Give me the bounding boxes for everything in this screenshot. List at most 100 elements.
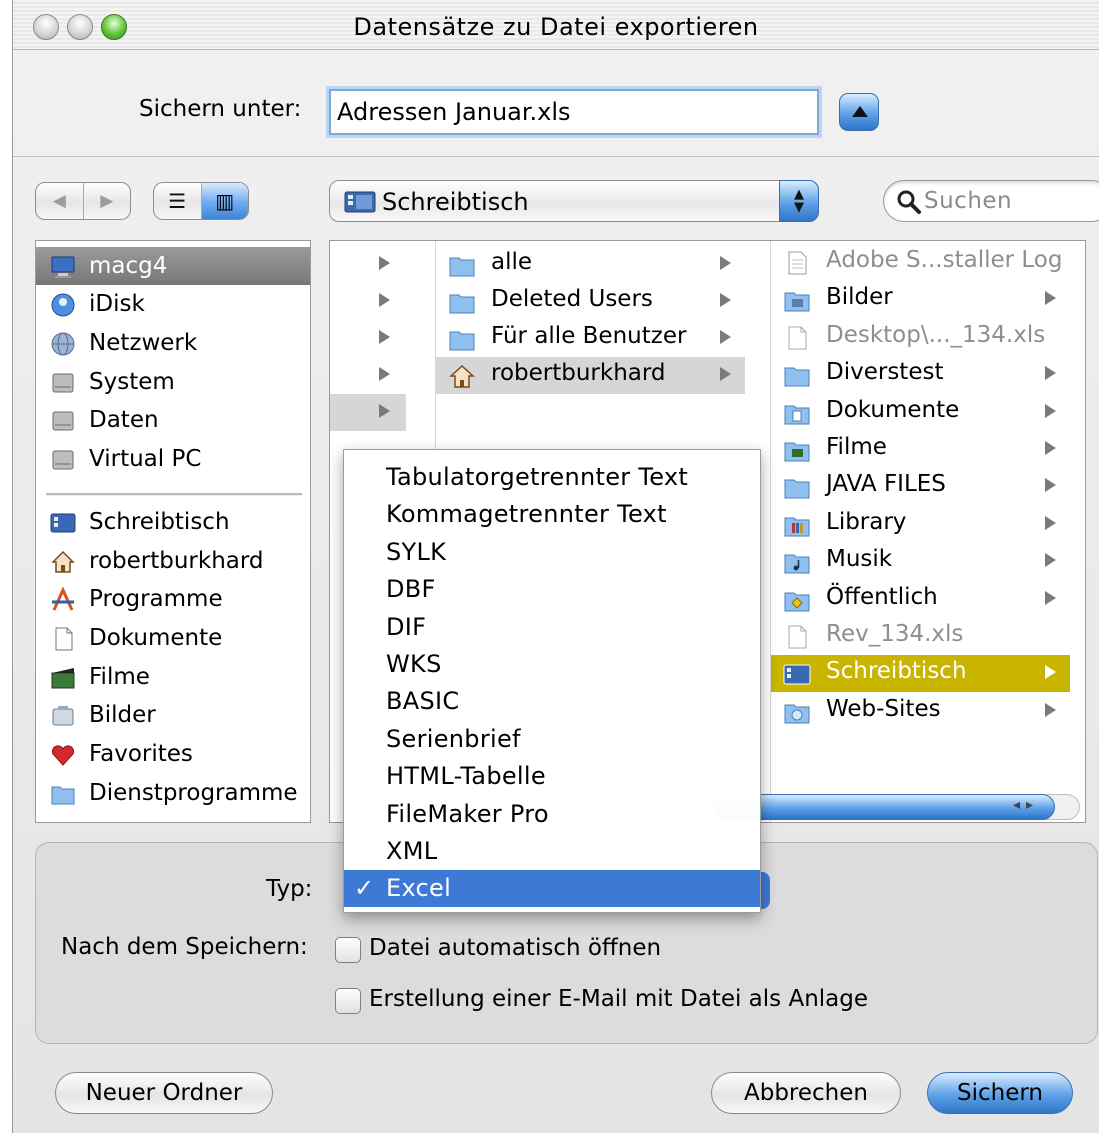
list-item[interactable]: Musik [771,543,1070,580]
list-item[interactable]: Web-Sites [771,693,1070,730]
menu-item[interactable]: DIF [344,609,760,646]
harddisk-icon [52,450,74,470]
list-item[interactable]: Library [771,506,1070,543]
sidebar-item-label: Favorites [89,741,193,767]
list-view-button[interactable]: ☰ [154,183,201,219]
filename-input[interactable] [329,89,819,135]
horizontal-scrollbar-thumb[interactable] [715,794,1055,820]
network-icon [51,332,75,356]
log-file-icon [788,251,807,275]
sidebar-item-filme[interactable]: Filme [36,658,310,696]
sidebar-item-label: Dienstprogramme [89,780,298,806]
open-file-label: Datei automatisch öffnen [369,935,662,961]
folder-icon [784,479,810,499]
pictures-icon [52,706,74,726]
window-title: Datensätze zu Datei exportieren [353,13,759,41]
sidebar-item-virtual-pc[interactable]: Virtual PC [36,440,310,478]
sidebar-item-robertburkhard[interactable]: robertburkhard [36,542,310,580]
list-item[interactable]: Adobe S...staller Log [771,244,1070,281]
open-file-checkbox[interactable] [335,937,361,963]
list-item[interactable] [330,394,406,431]
sidebar-item-label: Virtual PC [89,446,202,472]
column-view-button[interactable]: ▥ [200,183,248,219]
documents-folder-icon [784,405,810,425]
sidebar-item-daten[interactable]: Daten [36,401,310,439]
create-email-checkbox[interactable] [335,988,361,1014]
sidebar-item-idisk[interactable]: iDisk [36,285,310,323]
list-item-label: Library [826,508,907,535]
list-item[interactable]: Bilder [771,281,1070,318]
menu-item[interactable]: WKS [344,646,760,683]
list-item[interactable]: Öffentlich [771,581,1070,618]
list-item[interactable] [330,283,406,320]
folder-icon [449,294,475,314]
sidebar-item-dienstprogramme[interactable]: Dienstprogramme [36,774,310,812]
desktop-folder-icon [783,664,811,685]
disclosure-arrow-icon [1045,291,1056,306]
search-field[interactable]: Suchen [883,180,1099,222]
sidebar-item-label: robertburkhard [89,548,264,574]
sidebar-item-programme[interactable]: Programme [36,580,310,618]
sites-folder-icon [784,704,810,724]
forward-button[interactable]: ▶ [82,183,131,219]
sidebar-item-dokumente[interactable]: Dokumente [36,619,310,657]
list-item-label: Dokumente [826,396,960,423]
list-item[interactable] [330,320,406,357]
menu-item[interactable]: Serienbrief [344,721,760,758]
after-save-label: Nach dem Speichern: [61,934,308,960]
menu-item-label: Kommagetrennter Text [386,500,667,529]
documents-icon [55,627,73,651]
location-popup[interactable]: Schreibtisch ▲ ▼ [329,180,819,222]
list-item[interactable]: Filme [771,431,1070,468]
public-folder-icon [784,592,810,612]
back-forward-control: ◀ ▶ [35,182,131,220]
list-item[interactable]: Schreibtisch [771,655,1070,693]
list-item-label: Öffentlich [826,583,938,610]
new-folder-button[interactable]: Neuer Ordner [55,1072,273,1114]
cancel-button[interactable]: Abbrechen [711,1072,901,1114]
disclosure-arrow-icon [720,330,731,344]
list-item[interactable]: Dokumente [771,394,1070,431]
list-item[interactable]: Desktop\..._134.xls [771,319,1070,356]
sidebar-item-label: macg4 [89,253,168,279]
list-item[interactable]: Für alle Benutzer [436,320,745,357]
save-button[interactable]: Sichern [927,1072,1073,1114]
menu-item[interactable]: XML [344,833,760,870]
list-item[interactable]: JAVA FILES [771,468,1070,505]
menu-item[interactable]: Kommagetrennter Text [344,496,760,533]
list-item-label: robertburkhard [491,360,666,386]
list-item[interactable]: Diverstest [771,356,1070,393]
menu-item[interactable]: Tabulatorgetrennter Text [344,459,760,496]
list-item[interactable]: robertburkhard [436,357,745,394]
menu-item[interactable]: BASIC [344,683,760,720]
sidebar-item-netzwerk[interactable]: Netzwerk [36,324,310,362]
menu-item[interactable]: ✓ Excel [344,870,760,908]
disclosure-arrow-icon [379,404,390,418]
sidebar-item-macg4[interactable]: macg4 [36,247,310,285]
menu-item[interactable]: HTML-Tabelle [344,758,760,795]
list-item-label: Diverstest [826,359,944,386]
sidebar-item-system[interactable]: System [36,363,310,401]
idisk-icon [51,293,75,317]
menu-item[interactable]: SYLK [344,534,760,571]
disclosure-arrow-icon [379,256,390,270]
list-item[interactable]: alle [436,246,745,283]
menu-item[interactable]: FileMaker Pro [344,796,760,833]
collapse-dialog-button[interactable] [839,93,879,131]
list-item-label: JAVA FILES [826,471,946,498]
document-icon [788,625,807,649]
list-item[interactable]: Rev_134.xls [771,618,1070,655]
list-item-label: Filme [826,434,887,460]
sidebar-item-schreibtisch[interactable]: Schreibtisch [36,503,310,541]
pictures-folder-icon [784,292,810,312]
sidebar-item-bilder[interactable]: Bilder [36,696,310,734]
scroll-arrows-icon[interactable]: ◂▸ [1013,797,1039,813]
folder-icon [449,331,475,351]
list-item[interactable]: Deleted Users [436,283,745,320]
sidebar-item-favorites[interactable]: Favorites [36,735,310,773]
menu-item[interactable]: DBF [344,571,760,608]
back-button[interactable]: ◀ [36,183,83,219]
list-item[interactable] [330,246,406,283]
sidebar-item-label: Schreibtisch [89,509,230,535]
list-item[interactable] [330,357,406,394]
